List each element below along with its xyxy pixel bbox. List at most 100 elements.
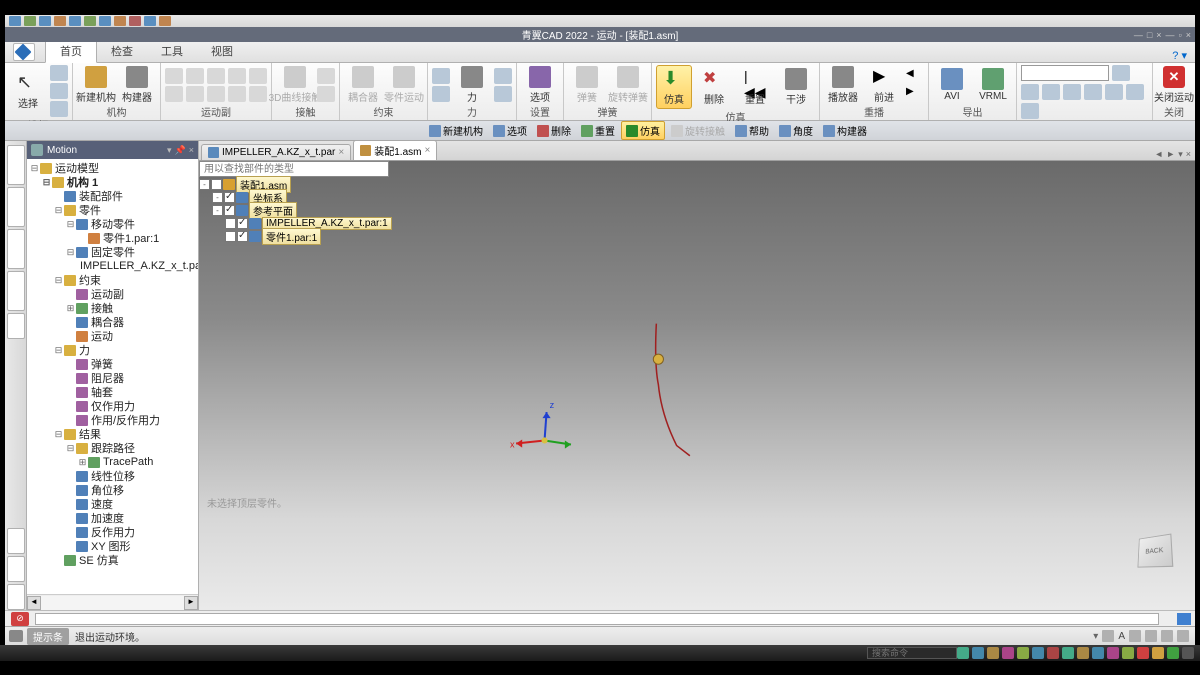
status-btn5-icon[interactable] bbox=[1177, 630, 1189, 642]
status-btn4-icon[interactable] bbox=[1161, 630, 1173, 642]
tray-icon[interactable] bbox=[1062, 647, 1074, 659]
ctx-new-mechanism[interactable]: 新建机构 bbox=[425, 122, 487, 139]
tree-node[interactable]: 反作用力 bbox=[29, 525, 196, 539]
tree-node[interactable]: 阻尼器 bbox=[29, 371, 196, 385]
pair2-icon[interactable] bbox=[165, 86, 183, 102]
sidetab-settings[interactable] bbox=[7, 556, 25, 582]
sidetab-1[interactable] bbox=[7, 145, 25, 185]
tree-node[interactable]: 轴套 bbox=[29, 385, 196, 399]
tab-close-icon[interactable]: × bbox=[424, 145, 430, 156]
config-btn1-icon[interactable] bbox=[1112, 65, 1130, 81]
tray-icon[interactable] bbox=[1002, 647, 1014, 659]
forward-button[interactable]: ▶前进 bbox=[865, 66, 903, 104]
ctx-help[interactable]: 帮助 bbox=[731, 122, 773, 139]
status-btn1-icon[interactable] bbox=[1102, 630, 1114, 642]
tree-node[interactable]: 加速度 bbox=[29, 511, 196, 525]
tray-icon[interactable] bbox=[1077, 647, 1089, 659]
qat-btn6-icon[interactable] bbox=[144, 16, 156, 26]
sidetab-4[interactable] bbox=[7, 271, 25, 311]
tree-node[interactable]: ⊟移动零件 bbox=[29, 217, 196, 231]
tree-node[interactable]: ⊞接触 bbox=[29, 301, 196, 315]
doc-tab-impeller[interactable]: IMPELLER_A.KZ_x_t.par× bbox=[201, 144, 351, 160]
force3-icon[interactable] bbox=[494, 68, 512, 84]
tray-icon[interactable] bbox=[1122, 647, 1134, 659]
force4-icon[interactable] bbox=[494, 86, 512, 102]
builder-button[interactable]: 构建器 bbox=[118, 66, 156, 104]
doc-tab-assembly[interactable]: 装配1.asm× bbox=[353, 141, 437, 160]
status-btn2-icon[interactable] bbox=[1129, 630, 1141, 642]
tree-node[interactable]: SE 仿真 bbox=[29, 553, 196, 567]
tab-inspect[interactable]: 检查 bbox=[97, 40, 147, 62]
new-mechanism-button[interactable]: 新建机构 bbox=[77, 66, 115, 104]
ctx-options[interactable]: 选项 bbox=[489, 122, 531, 139]
tab-menu-icon[interactable]: ▾ bbox=[1178, 149, 1183, 160]
tray-icon[interactable] bbox=[1152, 647, 1164, 659]
select-opt2-icon[interactable] bbox=[50, 83, 68, 99]
tree-node[interactable]: ⊟结果 bbox=[29, 427, 196, 441]
component-tree[interactable]: -装配1.asm-坐标系-参考平面IMPELLER_A.KZ_x_t.par:1… bbox=[199, 178, 392, 243]
sidetab-2[interactable] bbox=[7, 187, 25, 227]
qat-redo-icon[interactable] bbox=[39, 16, 51, 26]
tray-record-icon[interactable] bbox=[1137, 647, 1149, 659]
qat-undo-icon[interactable] bbox=[24, 16, 36, 26]
inner-minimize-icon[interactable]: — bbox=[1166, 30, 1175, 40]
pair8-icon[interactable] bbox=[228, 86, 246, 102]
taskbar-search-input[interactable] bbox=[867, 647, 957, 659]
tray-icon[interactable] bbox=[1047, 647, 1059, 659]
tray-icon[interactable] bbox=[1017, 647, 1029, 659]
config-btn7-icon[interactable] bbox=[1126, 84, 1144, 100]
tree-node[interactable]: 作用/反作用力 bbox=[29, 413, 196, 427]
status-btn3-icon[interactable] bbox=[1145, 630, 1157, 642]
ctx-builder[interactable]: 构建器 bbox=[819, 122, 871, 139]
qat-save-icon[interactable] bbox=[9, 16, 21, 26]
config-btn2-icon[interactable] bbox=[1021, 84, 1039, 100]
options-button[interactable]: 选项 bbox=[521, 66, 559, 104]
ctx-delete[interactable]: 删除 bbox=[533, 122, 575, 139]
qat-print-icon[interactable] bbox=[54, 16, 66, 26]
status-mode-icon[interactable] bbox=[9, 630, 23, 642]
vrml-button[interactable]: VRML bbox=[974, 68, 1012, 102]
component-tree-row[interactable]: -参考平面 bbox=[199, 204, 392, 217]
tray-icon[interactable] bbox=[957, 647, 969, 659]
tray-icon[interactable] bbox=[1092, 647, 1104, 659]
close-icon[interactable]: × bbox=[1156, 30, 1161, 40]
validation-input[interactable] bbox=[35, 613, 1159, 625]
interference-button[interactable]: 干涉 bbox=[777, 68, 815, 106]
tree-hscroll[interactable]: ◄► bbox=[27, 594, 198, 610]
pair1-icon[interactable] bbox=[165, 68, 183, 84]
force2-icon[interactable] bbox=[432, 86, 450, 102]
config-input[interactable] bbox=[1021, 65, 1109, 81]
step-back-icon[interactable]: ◀ bbox=[906, 68, 924, 84]
inner-close-icon[interactable]: × bbox=[1186, 30, 1191, 40]
config-btn5-icon[interactable] bbox=[1084, 84, 1102, 100]
sim-delete-button[interactable]: ✖删除 bbox=[695, 68, 733, 106]
error-icon[interactable]: ⊘ bbox=[11, 612, 29, 626]
config-btn3-icon[interactable] bbox=[1042, 84, 1060, 100]
component-tree-row[interactable]: -装配1.asm bbox=[199, 178, 392, 191]
ctx-angle[interactable]: 角度 bbox=[775, 122, 817, 139]
qat-btn5-icon[interactable] bbox=[129, 16, 141, 26]
tree-node[interactable]: ⊞TracePath bbox=[29, 455, 196, 469]
tab-prev-icon[interactable]: ◄ bbox=[1154, 149, 1163, 160]
tree-node[interactable]: 耦合器 bbox=[29, 315, 196, 329]
tree-node[interactable]: ⊟力 bbox=[29, 343, 196, 357]
qat-btn2-icon[interactable] bbox=[84, 16, 96, 26]
panel-close-icon[interactable]: × bbox=[189, 145, 194, 156]
maximize-icon[interactable]: □ bbox=[1147, 30, 1152, 40]
tray-icon[interactable] bbox=[987, 647, 999, 659]
tree-node[interactable]: IMPELLER_A.KZ_x_t.pa bbox=[29, 259, 196, 273]
minimize-icon[interactable]: — bbox=[1134, 30, 1143, 40]
qat-btn4-icon[interactable] bbox=[114, 16, 126, 26]
sim-reset-button[interactable]: |◀◀重置 bbox=[736, 68, 774, 106]
tray-icon[interactable] bbox=[1167, 647, 1179, 659]
tree-node[interactable]: 弹簧 bbox=[29, 357, 196, 371]
tree-node[interactable]: 角位移 bbox=[29, 483, 196, 497]
tree-node[interactable]: 线性位移 bbox=[29, 469, 196, 483]
tray-expand-icon[interactable] bbox=[1182, 647, 1194, 659]
sidetab-5[interactable] bbox=[7, 313, 25, 339]
component-search-input[interactable] bbox=[199, 161, 389, 177]
nav-cube[interactable]: BACK bbox=[1130, 535, 1180, 580]
tab-tools[interactable]: 工具 bbox=[147, 40, 197, 62]
tree-node[interactable]: ⊟约束 bbox=[29, 273, 196, 287]
tree-node[interactable]: ⊟零件 bbox=[29, 203, 196, 217]
